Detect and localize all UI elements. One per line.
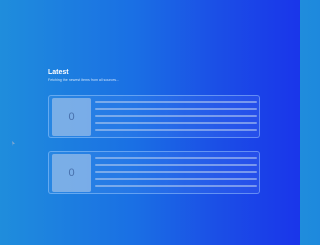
section-title: Latest: [48, 69, 69, 76]
skeleton-line: [95, 164, 257, 166]
skeleton-lines: [95, 101, 257, 136]
thumbnail-placeholder-label: 0: [68, 110, 75, 123]
loading-card[interactable]: 0: [48, 151, 260, 194]
skeleton-line: [95, 129, 257, 131]
skeleton-line: [95, 157, 257, 159]
skeleton-line: [95, 122, 257, 124]
skeleton-line: [95, 171, 257, 173]
skeleton-line: [95, 178, 257, 180]
mouse-pointer-icon: [12, 141, 15, 146]
card-thumbnail: 0: [52, 154, 91, 192]
skeleton-line: [95, 101, 257, 103]
skeleton-line: [95, 185, 257, 187]
thumbnail-placeholder-label: 0: [68, 166, 75, 179]
skeleton-lines: [95, 157, 257, 192]
skeleton-line: [95, 108, 257, 110]
loading-card[interactable]: 0: [48, 95, 260, 138]
card-thumbnail: 0: [52, 98, 91, 136]
skeleton-line: [95, 115, 257, 117]
latest-section: Latest Fetching the newest items from al…: [48, 68, 260, 194]
section-subtitle: Fetching the newest items from all sourc…: [48, 78, 120, 82]
